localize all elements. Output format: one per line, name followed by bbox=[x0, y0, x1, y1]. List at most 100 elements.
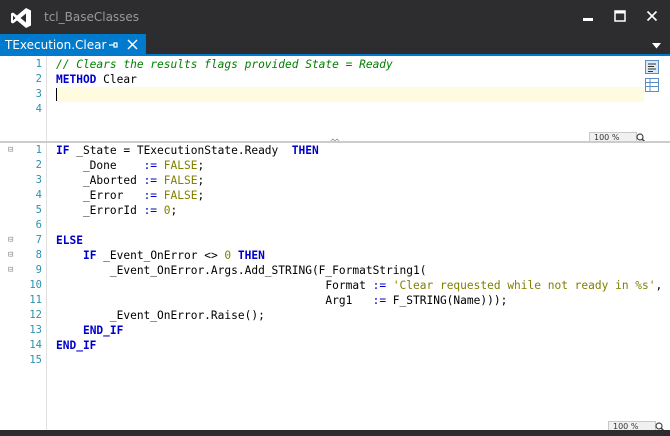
code-token: _Event_OnError.Args.Add_STRING(F_FormatS… bbox=[56, 264, 427, 277]
code-token: ; bbox=[197, 174, 205, 187]
line-number-gutter: 1 ⊟ 2 3 4 5 6 7 ⊟ 8 ⊟ 9 ⊟ 10 11 12 13 14 15 bbox=[0, 143, 46, 430]
code-token: := bbox=[143, 189, 158, 202]
code-token: _Event_OnError.Raise(); bbox=[56, 309, 265, 322]
zoom-magnifier-icon[interactable] bbox=[636, 133, 646, 141]
line-number: 14 bbox=[29, 339, 42, 351]
current-line-highlight bbox=[56, 87, 644, 102]
maximize-button[interactable] bbox=[606, 4, 634, 28]
fold-toggle-icon[interactable]: ⊟ bbox=[8, 263, 13, 278]
tab-close-icon[interactable] bbox=[127, 39, 138, 50]
code-token: END_IF bbox=[82, 324, 124, 337]
minimize-icon bbox=[583, 18, 593, 21]
code-token: ELSE bbox=[56, 234, 83, 247]
declaration-editor[interactable]: 1 2 3 4 // Clears the results flags provide… bbox=[0, 56, 670, 141]
code-token: ; bbox=[197, 189, 205, 202]
code-token: END_IF bbox=[56, 339, 97, 352]
tabular-view-icon[interactable] bbox=[645, 78, 659, 92]
code-token: _Aborted bbox=[56, 174, 144, 187]
line-number: 2 bbox=[35, 73, 42, 85]
title-bar: tcl_BaseClasses bbox=[0, 0, 670, 34]
code-token: THEN bbox=[237, 249, 265, 262]
code-token: := bbox=[372, 294, 387, 307]
code-token: FALSE bbox=[163, 189, 198, 202]
code-line[interactable]: _ErrorId := 0; bbox=[56, 203, 177, 218]
line-number: 3 bbox=[35, 88, 42, 100]
code-line[interactable]: _Event_OnError.Args.Add_STRING(F_FormatS… bbox=[56, 263, 427, 278]
textual-view-icon[interactable] bbox=[645, 60, 659, 74]
code-token: Clear bbox=[96, 73, 137, 86]
fold-toggle-icon[interactable]: ⊟ bbox=[8, 233, 13, 248]
line-number: 1 bbox=[35, 144, 42, 156]
code-token: FALSE bbox=[163, 159, 198, 172]
gutter-separator bbox=[46, 56, 47, 141]
tab-overflow-chevron-down-icon[interactable] bbox=[652, 43, 661, 49]
minimize-button[interactable] bbox=[574, 4, 602, 28]
code-line[interactable]: IF _State = TExecutionState.Ready THEN bbox=[56, 143, 319, 158]
line-number: 9 bbox=[35, 264, 42, 276]
line-number: 12 bbox=[29, 309, 42, 321]
implementation-code-area[interactable]: IF _State = TExecutionState.Ready THEN _… bbox=[56, 143, 670, 430]
code-token: THEN bbox=[291, 144, 319, 157]
zoom-magnifier-icon[interactable] bbox=[655, 422, 665, 430]
fold-toggle-icon[interactable]: ⊟ bbox=[8, 248, 13, 263]
implementation-zoom-select[interactable]: 100 % bbox=[608, 421, 656, 430]
window-title: tcl_BaseClasses bbox=[44, 10, 140, 24]
code-token: Arg1 bbox=[56, 294, 373, 307]
code-token: // Clears the results flags provided Sta… bbox=[56, 58, 393, 71]
code-token: FALSE bbox=[163, 174, 198, 187]
code-token: := bbox=[143, 159, 158, 172]
line-number: 8 bbox=[35, 249, 42, 261]
line-number: 4 bbox=[35, 189, 42, 201]
code-token: ; bbox=[197, 159, 205, 172]
code-line[interactable]: _Aborted := FALSE; bbox=[56, 173, 204, 188]
code-line[interactable]: Format := 'Clear requested while not rea… bbox=[56, 278, 662, 293]
line-number: 11 bbox=[29, 294, 42, 306]
tab-texecution-clear[interactable]: TExecution.Clear bbox=[0, 34, 146, 56]
code-line[interactable]: Arg1 := F_STRING(Name))); bbox=[56, 293, 507, 308]
code-token: _Error bbox=[56, 189, 144, 202]
line-number: 6 bbox=[35, 219, 42, 231]
line-number: 7 bbox=[35, 234, 42, 246]
implementation-editor[interactable]: 1 ⊟ 2 3 4 5 6 7 ⊟ 8 ⊟ 9 ⊟ 10 11 12 13 14 15 IF _State = TE… bbox=[0, 143, 670, 430]
declaration-zoom-select[interactable]: 100 % bbox=[589, 132, 637, 141]
line-number: 3 bbox=[35, 174, 42, 186]
line-number: 15 bbox=[29, 354, 42, 366]
code-line[interactable]: _Error := FALSE; bbox=[56, 188, 204, 203]
line-number-gutter: 1 2 3 4 bbox=[0, 56, 46, 141]
code-token: Format bbox=[56, 279, 373, 292]
code-line[interactable]: // Clears the results flags provided Sta… bbox=[56, 57, 393, 72]
document-tab-strip: TExecution.Clear bbox=[0, 34, 670, 56]
code-token: ; bbox=[170, 204, 178, 217]
code-token: _ErrorId bbox=[56, 204, 144, 217]
line-number: 10 bbox=[29, 279, 42, 291]
code-token: _Event_OnError <> bbox=[96, 249, 225, 262]
splitter-grip-icon[interactable] bbox=[330, 138, 340, 142]
line-number: 5 bbox=[35, 204, 42, 216]
close-icon bbox=[646, 10, 658, 22]
line-number: 13 bbox=[29, 324, 42, 336]
code-line[interactable]: END_IF bbox=[56, 323, 123, 338]
text-caret bbox=[56, 88, 57, 101]
code-line[interactable]: END_IF bbox=[56, 338, 96, 353]
code-line[interactable]: ELSE bbox=[56, 233, 83, 248]
code-line[interactable]: _Done := FALSE; bbox=[56, 158, 204, 173]
code-token: := bbox=[143, 204, 158, 217]
code-token: , bbox=[655, 279, 663, 292]
code-line[interactable]: METHOD Clear bbox=[56, 72, 137, 87]
window-bottom-border bbox=[0, 430, 670, 436]
declaration-code-area[interactable]: // Clears the results flags provided Sta… bbox=[56, 56, 670, 141]
line-number: 2 bbox=[35, 159, 42, 171]
close-button[interactable] bbox=[638, 4, 666, 28]
code-line[interactable]: _Event_OnError.Raise(); bbox=[56, 308, 265, 323]
maximize-icon bbox=[614, 10, 626, 22]
fold-toggle-icon[interactable]: ⊟ bbox=[8, 143, 13, 158]
pin-icon[interactable] bbox=[107, 39, 119, 51]
code-line[interactable]: IF _Event_OnError <> 0 THEN bbox=[56, 248, 265, 263]
code-token: IF bbox=[82, 249, 97, 262]
